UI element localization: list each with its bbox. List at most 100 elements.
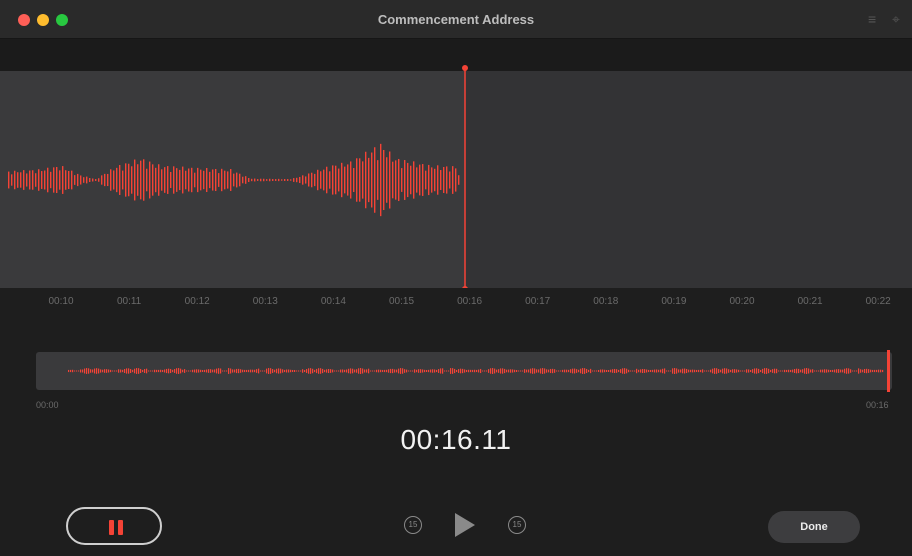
overview-bar (278, 368, 280, 374)
overview-bar (460, 368, 462, 374)
overview-bar (496, 369, 498, 373)
overview-bar (338, 370, 340, 372)
pause-button[interactable] (66, 507, 162, 545)
overview-bar (564, 369, 566, 373)
overview-bar (480, 368, 482, 374)
overview-bar (390, 368, 392, 374)
overview-bar (706, 370, 708, 372)
overview-bar (520, 370, 522, 372)
done-button[interactable]: Done (768, 511, 860, 543)
overview-bar (382, 369, 384, 373)
overview-bar (786, 369, 788, 373)
overview-bar (308, 368, 310, 374)
overview-bar (730, 369, 732, 373)
play-button[interactable] (455, 513, 475, 537)
overview-bar (360, 368, 362, 374)
overview-bar (702, 369, 704, 373)
overview-bar (538, 369, 540, 373)
overview-bar (800, 369, 802, 373)
overview-bar (350, 368, 352, 374)
overview-bar (362, 368, 364, 374)
overview-bar (268, 368, 270, 374)
overview-bar (392, 368, 394, 374)
overview-bar (744, 370, 746, 372)
overview-start-label: 00:00 (36, 400, 59, 410)
overview-bar (558, 370, 560, 372)
overview-bar (862, 369, 864, 373)
overview-bar (342, 369, 344, 373)
overview-bar (104, 369, 106, 373)
overview-bar (196, 369, 198, 373)
overview-bar (246, 369, 248, 373)
overview-bar (504, 368, 506, 374)
overview-bar (136, 368, 138, 374)
overview-bar (346, 369, 348, 373)
overview-bar (748, 369, 750, 373)
overview-bar (222, 370, 224, 372)
overview-bar (256, 369, 258, 373)
overview-bar (100, 369, 102, 373)
overview-bar (106, 369, 108, 373)
overview-bar (696, 369, 698, 373)
overview-bar (302, 369, 304, 373)
overview-bar (118, 369, 120, 373)
overview-bar (770, 369, 772, 373)
overview-bar (418, 369, 420, 373)
overview-bar (372, 370, 374, 372)
overview-bar (402, 368, 404, 374)
overview-bar (152, 370, 154, 372)
overview-bar (778, 370, 780, 372)
overview-bar (70, 369, 72, 373)
overview-bar (186, 370, 188, 372)
overview-playhead[interactable] (887, 350, 890, 392)
overview-bar (630, 370, 632, 372)
overview-bar (624, 368, 626, 374)
overview-bar (242, 369, 244, 373)
overview-bar (244, 369, 246, 373)
overview-bar (646, 369, 648, 373)
overview-bar (330, 369, 332, 373)
overview-bar (828, 369, 830, 373)
overview-bar (154, 369, 156, 373)
overview-bar (784, 369, 786, 373)
overview-bar (534, 368, 536, 374)
overview-bar (250, 369, 252, 373)
overview-bar (348, 368, 350, 374)
overview-bar (822, 369, 824, 373)
overview-bar (566, 369, 568, 373)
overview-bar (200, 369, 202, 373)
overview-bar (776, 368, 778, 374)
overview-bar (210, 369, 212, 373)
overview-bar (224, 370, 226, 372)
overview-bar (188, 370, 190, 372)
overview-bar (462, 368, 464, 374)
overview-bar (662, 368, 664, 374)
overview-bar (404, 369, 406, 373)
overview-bar (468, 369, 470, 373)
overview-bar (378, 369, 380, 373)
overview-bar (428, 369, 430, 373)
skip-back-button[interactable]: 15 (404, 516, 422, 534)
overview-bar (834, 369, 836, 373)
skip-forward-button[interactable]: 15 (508, 516, 526, 534)
overview-bar (576, 369, 578, 373)
overview-bar (688, 369, 690, 373)
overview-bar (850, 369, 852, 373)
overview-end-label: 00:16 (866, 400, 889, 410)
overview-bar (612, 369, 614, 373)
overview-bar (690, 369, 692, 373)
overview-bar (562, 369, 564, 373)
overview-bar (802, 369, 804, 373)
overview-bar (356, 369, 358, 373)
overview-bar (280, 368, 282, 374)
overview-bar (84, 368, 86, 374)
overview-bar (90, 369, 92, 373)
overview-bar (486, 370, 488, 372)
overview-bar (874, 369, 876, 373)
overview-bar (794, 368, 796, 374)
overview-bar (138, 368, 140, 374)
overview-bar (172, 369, 174, 373)
overview-bar (286, 369, 288, 373)
overview-bar (758, 368, 760, 374)
overview-bar (736, 369, 738, 373)
